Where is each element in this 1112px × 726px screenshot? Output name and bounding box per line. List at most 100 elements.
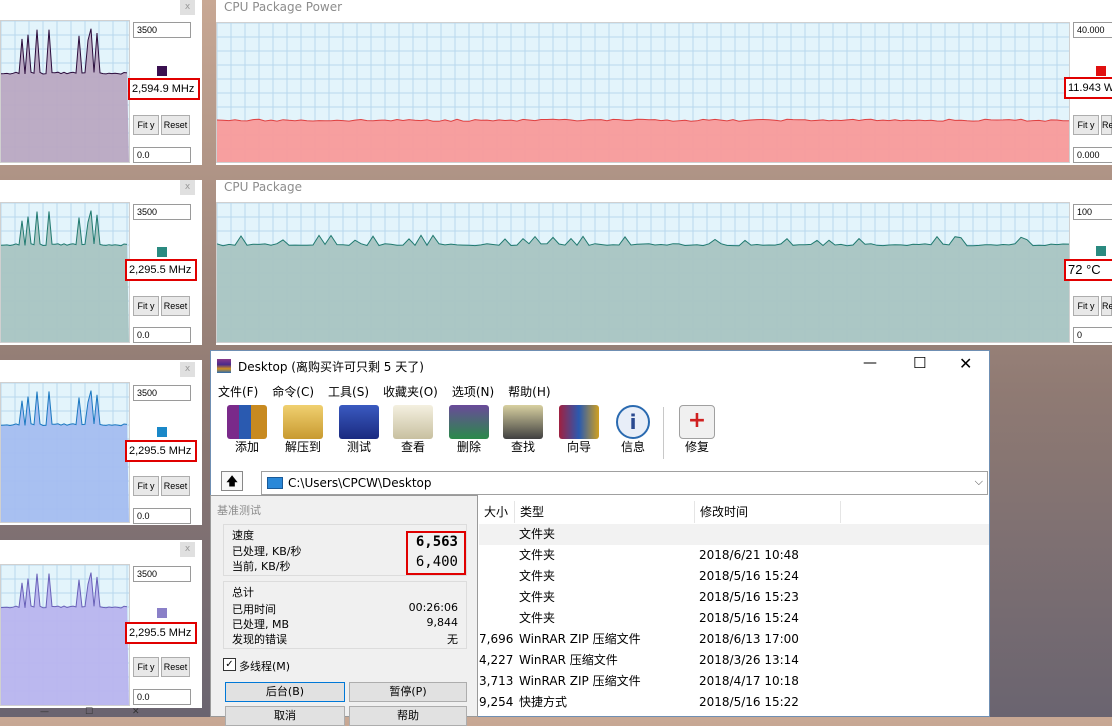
- binoculars-icon: [503, 405, 543, 439]
- file-modified: 2018/5/16 15:22: [699, 695, 799, 709]
- fit-y-button[interactable]: Fit y: [133, 657, 159, 677]
- table-row[interactable]: 文件夹: [479, 524, 989, 545]
- tool-test[interactable]: 测试: [333, 405, 385, 457]
- minimize-icon[interactable]: —: [863, 355, 877, 371]
- speed-group: 速度 已处理, KB/秒 当前, KB/秒 6,563 6,400: [223, 524, 467, 576]
- address-bar[interactable]: C:\Users\CPCW\Desktop ⌵: [261, 471, 988, 495]
- min-input[interactable]: 0.0: [133, 327, 191, 343]
- max-input[interactable]: 3500: [133, 566, 191, 582]
- fit-y-button[interactable]: Fit y: [1073, 115, 1099, 135]
- tool-info[interactable]: i 信息: [607, 405, 659, 457]
- max-input[interactable]: 40.000: [1073, 22, 1112, 38]
- file-modified: 2018/6/21 10:48: [699, 548, 799, 562]
- max-input[interactable]: 3500: [133, 385, 191, 401]
- color-swatch[interactable]: [157, 247, 167, 257]
- table-row[interactable]: 文件夹 2018/6/21 10:48: [479, 545, 989, 566]
- processed-rate-value: 6,563: [415, 534, 458, 550]
- tool-extract[interactable]: 解压到: [277, 405, 329, 457]
- fit-y-button[interactable]: Fit y: [1073, 296, 1099, 316]
- menu-tools[interactable]: 工具(S): [321, 381, 376, 403]
- fit-y-button[interactable]: Fit y: [133, 115, 159, 135]
- current-rate-label: 当前, KB/秒: [232, 560, 291, 573]
- tool-label: 删除: [456, 440, 481, 454]
- table-row[interactable]: 3,713 WinRAR ZIP 压缩文件 2018/4/17 10:18: [479, 671, 989, 692]
- tool-view[interactable]: 查看: [387, 405, 439, 457]
- close-icon[interactable]: ✕: [959, 354, 972, 373]
- close-icon[interactable]: ✕: [132, 708, 140, 717]
- title-bar[interactable]: Desktop (离购买许可只剩 5 天了) — ☐ ✕: [211, 351, 989, 381]
- reset-button[interactable]: Reset: [161, 657, 190, 677]
- min-input[interactable]: 0.0: [133, 147, 191, 163]
- column-header-type[interactable]: 类型: [515, 501, 695, 523]
- fit-y-button[interactable]: Fit y: [133, 296, 159, 316]
- graph-svg: [1, 21, 129, 162]
- table-row[interactable]: 文件夹 2018/5/16 15:24: [479, 608, 989, 629]
- books-icon: [227, 405, 267, 439]
- reset-button[interactable]: Reset: [161, 476, 190, 496]
- reset-button[interactable]: Reset: [161, 296, 190, 316]
- table-row[interactable]: 4,227 WinRAR 压缩文件 2018/3/26 13:14: [479, 650, 989, 671]
- menu-commands[interactable]: 命令(C): [265, 381, 321, 403]
- column-header-modified[interactable]: 修改时间: [695, 501, 841, 523]
- table-row[interactable]: 文件夹 2018/5/16 15:24: [479, 566, 989, 587]
- tool-find[interactable]: 查找: [497, 405, 549, 457]
- multithread-checkbox[interactable]: ✓: [223, 658, 236, 671]
- menu-help[interactable]: 帮助(H): [501, 381, 557, 403]
- minimize-icon[interactable]: —: [40, 708, 49, 717]
- tool-repair[interactable]: + 修复: [671, 405, 723, 457]
- reset-button[interactable]: Reset: [161, 115, 190, 135]
- min-input[interactable]: 0: [1073, 327, 1112, 343]
- reset-button[interactable]: Re: [1101, 115, 1112, 135]
- elapsed-time-value: 00:26:06: [408, 601, 458, 614]
- maximize-icon[interactable]: ☐: [913, 354, 926, 372]
- graph-area: [1, 210, 129, 342]
- graph-area: [217, 235, 1069, 342]
- dialog-title: 基准测试: [217, 504, 261, 517]
- table-row[interactable]: 9,254 快捷方式 2018/5/16 15:22: [479, 692, 989, 713]
- max-input[interactable]: 3500: [133, 204, 191, 220]
- graph-area: [1, 572, 129, 705]
- color-swatch[interactable]: [157, 427, 167, 437]
- tool-label: 查看: [400, 440, 425, 454]
- close-icon[interactable]: x: [180, 0, 195, 15]
- help-button[interactable]: 帮助: [349, 706, 467, 726]
- winrar-app-icon: [217, 359, 231, 373]
- reset-button[interactable]: Re: [1101, 296, 1112, 316]
- close-icon[interactable]: x: [180, 180, 195, 195]
- menu-options[interactable]: 选项(N): [445, 381, 501, 403]
- column-header-size[interactable]: 大小: [479, 501, 515, 523]
- graph: [216, 202, 1070, 343]
- table-row[interactable]: 文件夹 2018/5/16 15:23: [479, 587, 989, 608]
- chevron-down-icon[interactable]: ⌵: [975, 475, 983, 489]
- test-book-icon: [339, 405, 379, 439]
- close-icon[interactable]: x: [180, 362, 195, 377]
- pause-button[interactable]: 暂停(P): [349, 682, 467, 702]
- cancel-button[interactable]: 取消: [225, 706, 345, 726]
- value-readout: 11.943 W: [1064, 77, 1112, 99]
- tool-wizard[interactable]: 向导: [553, 405, 605, 457]
- table-row[interactable]: 7,696 WinRAR ZIP 压缩文件 2018/6/13 17:00: [479, 629, 989, 650]
- background-button[interactable]: 后台(B): [225, 682, 345, 702]
- max-input[interactable]: 100: [1073, 204, 1112, 220]
- graph-line: [1, 28, 128, 75]
- min-input[interactable]: 0.000: [1073, 147, 1112, 163]
- menu-file[interactable]: 文件(F): [211, 381, 265, 403]
- color-swatch[interactable]: [1096, 66, 1106, 76]
- menu-favorites[interactable]: 收藏夹(O): [376, 381, 445, 403]
- min-input[interactable]: 0.0: [133, 689, 191, 705]
- color-swatch[interactable]: [1096, 246, 1106, 256]
- tool-add[interactable]: 添加: [221, 405, 273, 457]
- tool-delete[interactable]: 删除: [443, 405, 495, 457]
- tool-label: 测试: [346, 440, 371, 454]
- up-folder-button[interactable]: 🡅: [221, 471, 243, 491]
- file-type: 快捷方式: [519, 695, 568, 709]
- fit-y-button[interactable]: Fit y: [133, 476, 159, 496]
- sensor-panel-clock-4: x 3500 2,295.5 MHz Fit y Reset 0.0: [0, 540, 202, 708]
- recycle-icon: [449, 405, 489, 439]
- min-input[interactable]: 0.0: [133, 508, 191, 524]
- max-input[interactable]: 3500: [133, 22, 191, 38]
- color-swatch[interactable]: [157, 608, 167, 618]
- color-swatch[interactable]: [157, 66, 167, 76]
- maximize-icon[interactable]: ☐: [85, 708, 93, 717]
- close-icon[interactable]: x: [180, 542, 195, 557]
